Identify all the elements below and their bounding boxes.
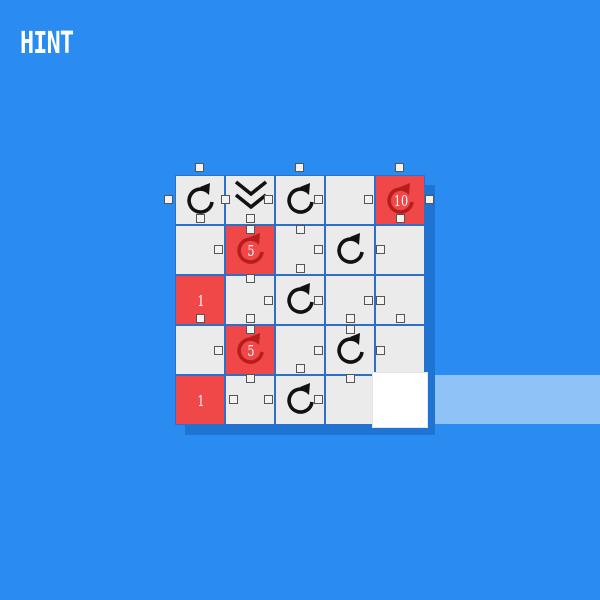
tile-connector-knob xyxy=(246,314,255,323)
tile-connector-knob xyxy=(221,195,230,204)
tile-connector-knob xyxy=(214,245,223,254)
hint-button[interactable]: HINT xyxy=(20,26,74,62)
tile-connector-knob xyxy=(264,296,273,305)
tile-connector-knob xyxy=(376,296,385,305)
tile-connector-knob xyxy=(246,374,255,383)
slide-track xyxy=(426,375,600,424)
tile-connector-knob xyxy=(264,395,273,404)
tile-connector-knob xyxy=(314,195,323,204)
tile-connector-knob xyxy=(396,214,405,223)
tile-connector-knob xyxy=(196,314,205,323)
tile-connector-knob xyxy=(246,214,255,223)
tile-connector-knob xyxy=(346,374,355,383)
tile-connector-knob xyxy=(314,346,323,355)
tile-connector-knob xyxy=(376,346,385,355)
tile-connector-knob xyxy=(295,163,304,172)
tile-connector-knob xyxy=(246,225,255,234)
tile-move-count: 1 xyxy=(197,392,205,410)
tile-connector-knob xyxy=(395,163,404,172)
tile-connector-knob xyxy=(296,364,305,373)
tile-connector-knob xyxy=(376,245,385,254)
locked-tile[interactable]: 1 xyxy=(175,375,225,425)
tile-connector-knob xyxy=(346,325,355,334)
tile-connector-knob xyxy=(396,314,405,323)
tile-connector-knob xyxy=(246,274,255,283)
tile-connector-knob xyxy=(364,195,373,204)
tile-connector-knob xyxy=(314,296,323,305)
rotate-tile[interactable] xyxy=(325,225,375,275)
tile-connector-knob xyxy=(229,395,238,404)
rotate-clockwise-icon xyxy=(337,233,364,264)
tile-connector-knob xyxy=(314,245,323,254)
tile-connector-knob xyxy=(196,214,205,223)
tile-connector-knob xyxy=(246,325,255,334)
tile-connector-knob xyxy=(314,395,323,404)
tile-connector-knob xyxy=(195,163,204,172)
tile-connector-knob xyxy=(296,225,305,234)
tile-connector-knob xyxy=(164,195,173,204)
tile-connector-knob xyxy=(296,264,305,273)
slider-block[interactable] xyxy=(373,373,427,427)
tile-connector-knob xyxy=(425,195,434,204)
tile-connector-knob xyxy=(264,195,273,204)
tile-connector-knob xyxy=(346,314,355,323)
tile-connector-knob xyxy=(214,346,223,355)
tile-connector-knob xyxy=(364,296,373,305)
